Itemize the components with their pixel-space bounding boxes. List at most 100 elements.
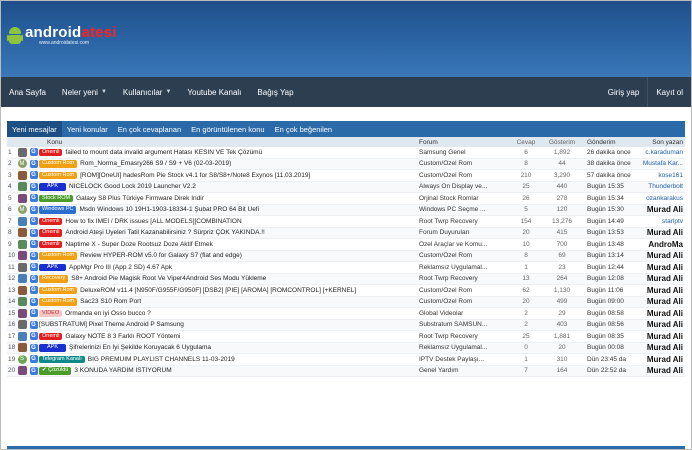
topic-title-link[interactable]: Sac23 S10 Rom Port <box>80 298 141 305</box>
forum-link[interactable]: Genel Yardım <box>419 367 509 374</box>
topic-title-link[interactable]: Msdn Windows 10 19H1-1903-18334-1 Şubat … <box>79 206 259 213</box>
nav-item-1[interactable]: Neler yeni ▼ <box>54 77 115 107</box>
last-poster-link[interactable]: Murad Ali <box>637 309 685 318</box>
table-row[interactable]: 8 G Önemli Android Ateşi Üyeleri Tatil Kaza… <box>7 227 685 239</box>
post-time[interactable]: 38 dakika önce <box>581 160 637 167</box>
register-link[interactable]: Kayıt ol <box>648 77 691 107</box>
translate-icon[interactable]: G <box>29 297 38 306</box>
table-row[interactable]: 9 G Önemli Naptime X - Super Doze Rootsuz D… <box>7 239 685 251</box>
topic-title-link[interactable]: Galaxy S8 Plus Türkiye Firmware Direk İn… <box>76 195 204 202</box>
translate-icon[interactable]: G <box>29 286 38 295</box>
forum-link[interactable]: Orjinal Stock Romlar <box>419 195 509 202</box>
avatar[interactable]: S <box>17 354 27 364</box>
post-time[interactable]: Dün 23:45 da <box>581 356 637 363</box>
topic-title-link[interactable]: [ROM][OneUI] hadesRom Pie Stock v4.1 for… <box>80 172 310 179</box>
avatar[interactable] <box>17 251 27 261</box>
table-row[interactable]: 2 M G Custom Rom Rom_Norma_Emasry266 S9 / S9… <box>7 158 685 170</box>
topic-title-link[interactable]: Rom_Norma_Emasry266 S9 / S9 + V6 (02-03-… <box>80 160 231 167</box>
last-poster-link[interactable]: Murad Ali <box>637 286 685 295</box>
post-time[interactable]: 26 dakika once <box>581 149 637 156</box>
post-time[interactable]: Bugün 08:35 <box>581 333 637 340</box>
forum-link[interactable]: Özel Araçlar ve Komu... <box>419 241 509 248</box>
forum-link[interactable]: Samsung Genel <box>419 149 509 156</box>
translate-icon[interactable]: G <box>29 263 38 272</box>
nav-item-3[interactable]: Youtube Kanalı <box>179 77 249 107</box>
avatar[interactable] <box>17 262 27 272</box>
nav-item-0[interactable]: Ana Sayfa <box>1 77 54 107</box>
last-poster-link[interactable]: Murad Ali <box>637 228 685 237</box>
last-poster-link[interactable]: Murad Ali <box>637 332 685 341</box>
column-gosterim[interactable]: Gösterim <box>543 139 581 146</box>
topic-title-link[interactable]: BIG PREMUIM PLAYLIST CHANNELS 11-03-2019 <box>88 356 235 363</box>
forum-link[interactable]: Custom/Özel Rom <box>419 287 509 294</box>
last-poster-link[interactable]: Murad Ali <box>637 205 685 214</box>
login-link[interactable]: Giriş yap <box>600 77 648 107</box>
forum-link[interactable]: Custom/Özel Rom <box>419 160 509 167</box>
tab-3[interactable]: En görüntülenen konu <box>186 121 269 137</box>
avatar[interactable] <box>17 228 27 238</box>
nav-item-4[interactable]: Bağış Yap <box>249 77 301 107</box>
avatar[interactable]: M <box>17 159 27 169</box>
avatar[interactable] <box>17 193 27 203</box>
last-poster-link[interactable]: Murad Ali <box>637 320 685 329</box>
topic-title-link[interactable]: Ormanda en iyi Osso bucco ? <box>65 310 151 317</box>
forum-link[interactable]: Substratum SAMSUN... <box>419 321 509 328</box>
topic-title-link[interactable]: Naptime X - Super Doze Rootsuz Doze Akti… <box>65 241 212 248</box>
post-time[interactable]: Bugün 14:49 <box>581 218 637 225</box>
forum-link[interactable]: Windows PC Seçme ... <box>419 206 509 213</box>
table-row[interactable]: 13 G Custom Rom DeluxeROM v11.4 [N950F/G955… <box>7 285 685 297</box>
table-row[interactable]: 18 G APK Şifrelerinizi En İyi Şekilde Koruy… <box>7 342 685 354</box>
forum-link[interactable]: Reklamsız Uygulamal... <box>419 264 509 271</box>
topic-title-link[interactable]: AppMgr Pro III (App 2 SD) 4.67 Apk <box>69 264 172 271</box>
topic-title-link[interactable]: Şifrelerinizi En İyi Şekilde Koruyacak 6… <box>69 344 211 351</box>
forum-link[interactable]: Custom/Özel Rom <box>419 172 509 179</box>
last-poster-link[interactable]: Murad Ali <box>637 343 685 352</box>
table-row[interactable]: 1 G Önemli failed to mount data invalid arg… <box>7 147 685 159</box>
translate-icon[interactable]: G <box>29 309 38 318</box>
last-poster-link[interactable]: Murad Ali <box>637 366 685 375</box>
tab-4[interactable]: En çok beğenilen <box>270 121 338 137</box>
tab-0[interactable]: Yeni mesajlar <box>7 121 62 137</box>
translate-icon[interactable]: G <box>29 205 38 214</box>
post-time[interactable]: Bugün 08:58 <box>581 310 637 317</box>
forum-link[interactable]: Reklamsız Uygulamal... <box>419 344 509 351</box>
translate-icon[interactable]: G <box>29 320 38 329</box>
translate-icon[interactable]: G <box>29 182 38 191</box>
forum-link[interactable]: Root Twrp Recovery <box>419 333 509 340</box>
table-row[interactable]: 10 G Custom Rom Review HYPER-ROM v5.0 for G… <box>7 250 685 262</box>
table-row[interactable]: 11 G APK AppMgr Pro III (App 2 SD) 4.67 Apk… <box>7 262 685 274</box>
forum-link[interactable]: Always On Display ve... <box>419 183 509 190</box>
avatar[interactable] <box>17 366 27 376</box>
post-time[interactable]: Bugün 13:53 <box>581 229 637 236</box>
column-gonderim[interactable]: Gönderim <box>581 139 637 146</box>
post-time[interactable]: Bugün 13:14 <box>581 252 637 259</box>
table-row[interactable]: 4 G APK NICELOCK Good Lock 2019 Launcher V2… <box>7 181 685 193</box>
last-poster-link[interactable]: Murad Ali <box>637 297 685 306</box>
avatar[interactable] <box>17 216 27 226</box>
last-poster-link[interactable]: Murad Ali <box>637 355 685 364</box>
column-konu[interactable]: Konu <box>39 139 419 146</box>
translate-icon[interactable]: G <box>29 274 38 283</box>
translate-icon[interactable]: G <box>29 240 38 249</box>
topic-title-link[interactable]: S8+ Android Pie Magisk Root Ve Viper4And… <box>71 275 266 282</box>
topic-title-link[interactable]: [SUBSTRATUM] Pixel Theme Android P Samsu… <box>39 321 184 328</box>
post-time[interactable]: Bugün 13:48 <box>581 241 637 248</box>
topic-title-link[interactable]: How to fix IMEI / DRK issues [ALL MODELS… <box>65 218 241 225</box>
topic-title-link[interactable]: 3 KONUDA YARDIM İSTİYORUM <box>74 367 171 374</box>
translate-icon[interactable]: G <box>29 251 38 260</box>
translate-icon[interactable]: G <box>29 228 38 237</box>
topic-title-link[interactable]: NICELOCK Good Lock 2019 Launcher V2.2 <box>69 183 196 190</box>
column-cevap[interactable]: Cevap <box>509 139 543 146</box>
avatar[interactable] <box>17 170 27 180</box>
tab-2[interactable]: En çok cevaplanan <box>113 121 186 137</box>
last-poster-link[interactable]: Mustafa Kar... <box>637 160 685 167</box>
last-poster-link[interactable]: starlptv <box>637 218 685 225</box>
topic-title-link[interactable]: Review HYPER-ROM v5.0 for Galaxy S7 (fla… <box>80 252 242 259</box>
translate-icon[interactable]: G <box>29 343 38 352</box>
table-row[interactable]: 20 G ✔ Çözüldü 3 KONUDA YARDIM İSTİYORUM Gen… <box>7 365 685 377</box>
nav-item-2[interactable]: Kullanıcılar ▼ <box>115 77 180 107</box>
translate-icon[interactable]: G <box>29 366 38 375</box>
post-time[interactable]: Bugün 15:30 <box>581 206 637 213</box>
post-time[interactable]: 57 dakika önce <box>581 172 637 179</box>
translate-icon[interactable]: G <box>29 148 38 157</box>
